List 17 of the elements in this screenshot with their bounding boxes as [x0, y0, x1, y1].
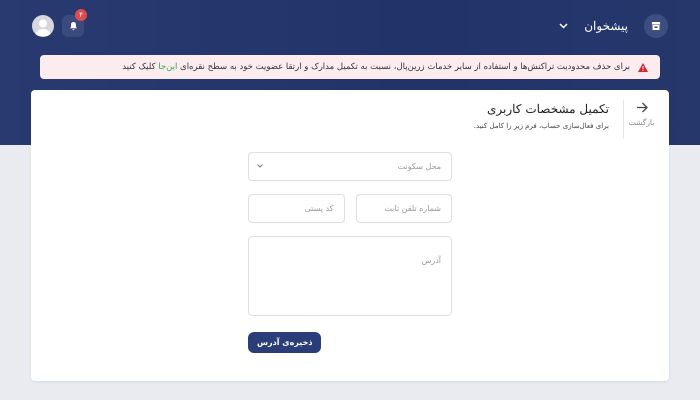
chevron-down-icon	[257, 164, 263, 168]
dashboard-title[interactable]: پیشخوان	[584, 17, 628, 35]
postal-code-field[interactable]: کد پستی	[248, 194, 344, 223]
save-address-button[interactable]: ذخیره‌ی آدرس	[248, 332, 322, 353]
store-icon[interactable]	[644, 14, 668, 38]
warning-icon	[638, 62, 648, 72]
chevron-down-icon[interactable]	[559, 23, 568, 29]
arrow-right-icon	[636, 102, 648, 113]
here-link[interactable]: این‌جا	[158, 62, 178, 72]
notification-button[interactable]	[62, 15, 84, 37]
alert-message: برای حذف محدودیت تراکنش‌ها و استفاده از سایر خدمات زرین‌پال، نسبت به تکمیل مدارک و ارتقا عضویت خود به سطح نقره‌ای این‌جا کلیک کنید	[122, 60, 630, 74]
avatar[interactable]	[32, 15, 54, 37]
phone-field[interactable]: شماره تلفن ثابت	[356, 194, 452, 223]
bell-icon	[68, 21, 78, 31]
address-field[interactable]: آدرس	[248, 236, 452, 316]
page-title: تکمیل مشخصات کاربری	[486, 102, 609, 116]
residence-select[interactable]: محل سکونت	[248, 152, 452, 181]
